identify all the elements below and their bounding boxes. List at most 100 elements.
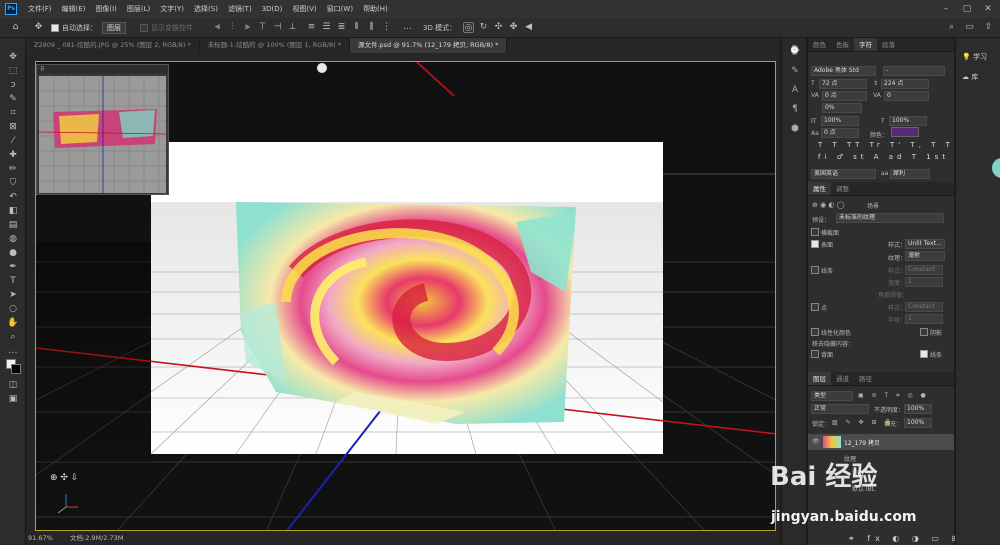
tab-document-2[interactable]: 未标题-1-炫酷的 @ 100% (图层 1, RGB/8) * <box>200 38 350 53</box>
quick-select-tool[interactable]: ✎ <box>7 94 19 105</box>
opacity-input[interactable]: 100% <box>904 404 932 414</box>
font-family-select[interactable]: Adobe 黑体 Std <box>811 66 876 76</box>
surface-checkbox[interactable] <box>811 240 819 248</box>
close-icon[interactable]: ✕ <box>982 3 994 15</box>
library-tab[interactable]: ☁ 库 <box>962 72 978 82</box>
tracking-input[interactable]: 0 <box>884 91 929 101</box>
history-icon[interactable]: ⌚ <box>789 46 801 57</box>
character-icon[interactable]: A <box>789 85 801 96</box>
paragraph-icon[interactable]: ¶ <box>789 104 801 115</box>
learn-tab[interactable]: 💡 学习 <box>962 52 987 62</box>
eyedropper-tool[interactable]: ⁄ <box>7 136 19 147</box>
tab-adjustments[interactable]: 调整 <box>831 182 854 195</box>
move-tool[interactable]: ✥ <box>7 52 19 63</box>
screen-mode-icon[interactable]: ▣ <box>7 394 19 405</box>
3d-panel-icon[interactable]: ⬢ <box>789 124 801 135</box>
menu-type[interactable]: 文字(Y) <box>155 4 189 14</box>
align-left-icon[interactable]: ⫷ <box>212 22 223 33</box>
brush-settings-icon[interactable]: ✎ <box>789 66 801 77</box>
preset-select[interactable]: 未标准的纹理 <box>836 213 944 223</box>
align-middle-icon[interactable]: ⊣ <box>272 22 283 33</box>
opentype-buttons[interactable]: fi ♂ st A ad T 1st ½ <box>818 153 966 161</box>
hand-tool[interactable]: ✋ <box>7 318 19 329</box>
kerning-input[interactable]: 0 点 <box>822 91 867 101</box>
surface-style-select[interactable]: Unlit Text... <box>905 239 945 249</box>
points-checkbox[interactable] <box>811 303 819 311</box>
show-transform-option[interactable]: 显示变换控件 <box>140 23 193 33</box>
lasso-tool[interactable]: ↄ <box>7 80 19 91</box>
align-top-icon[interactable]: ⊤ <box>257 22 268 33</box>
blend-mode-select[interactable]: 正常 <box>811 404 869 414</box>
horizontal-scale-input[interactable]: 100% <box>889 116 927 126</box>
layer-filter-icons[interactable]: ▣ ⊘ T ⌗ ◎ ● <box>858 392 929 400</box>
font-size-input[interactable]: 72 点 <box>819 79 867 89</box>
more-options-icon[interactable]: … <box>402 22 413 33</box>
3d-scale-icon[interactable]: ◀ <box>523 22 534 33</box>
language-select[interactable]: 美国英语 <box>811 169 876 179</box>
texture-select[interactable]: 漫射 <box>905 251 945 261</box>
menu-view[interactable]: 视图(V) <box>287 4 321 14</box>
gradient-tool[interactable]: ▤ <box>7 220 19 231</box>
tab-character[interactable]: 字符 <box>854 38 877 51</box>
layer-filter-select[interactable]: 类型 <box>811 391 853 401</box>
3d-pan-icon[interactable]: ✣ <box>493 22 504 33</box>
background-color-swatch[interactable] <box>11 364 21 374</box>
auto-select-dropdown[interactable]: 图层 <box>102 21 126 34</box>
distribute-bottom-icon[interactable]: ≣ <box>336 22 347 33</box>
menu-help[interactable]: 帮助(H) <box>358 4 393 14</box>
fill-input[interactable]: 100% <box>904 418 932 428</box>
scale-input[interactable]: 0% <box>822 103 862 113</box>
type-tool[interactable]: T <box>7 276 19 287</box>
workspace-icon[interactable]: ▭ <box>964 22 975 33</box>
move-tool-icon[interactable]: ✥ <box>33 22 44 33</box>
radius-input[interactable]: 1 <box>905 314 943 324</box>
pen-tool[interactable]: ✒ <box>7 262 19 273</box>
distribute-middle-icon[interactable]: ☰ <box>321 22 332 33</box>
backfaces-checkbox[interactable] <box>811 350 819 358</box>
maximize-icon[interactable]: ▢ <box>961 3 973 15</box>
auto-select-option[interactable]: 自动选择： <box>51 23 97 33</box>
3d-orbit-icon[interactable]: ◎ <box>463 22 475 33</box>
scene-icons[interactable]: ⊕ ◉ ◐ ◯ <box>812 201 845 209</box>
edit-toolbar-icon[interactable]: … <box>7 346 19 357</box>
zoom-level[interactable]: 91.67% <box>28 531 53 545</box>
tab-layers[interactable]: 图层 <box>808 372 831 385</box>
cross-section-checkbox[interactable] <box>811 228 819 236</box>
navigator-preview[interactable] <box>39 76 166 193</box>
distribute-left-icon[interactable]: ⦀ <box>351 22 362 33</box>
dodge-tool[interactable]: ● <box>7 248 19 259</box>
path-select-tool[interactable]: ➤ <box>7 290 19 301</box>
blur-tool[interactable]: ◍ <box>7 234 19 245</box>
3d-slide-icon[interactable]: ✤ <box>508 22 519 33</box>
tab-document-3[interactable]: 源文件.psd @ 91.7% (12_179 拷贝, RGB/8) * <box>349 38 508 53</box>
tab-color[interactable]: 颜色 <box>808 38 831 51</box>
align-right-icon[interactable]: ⫸ <box>242 22 253 33</box>
shadows-checkbox[interactable] <box>920 328 928 336</box>
menu-window[interactable]: 窗口(W) <box>322 4 358 14</box>
eraser-tool[interactable]: ◧ <box>7 206 19 217</box>
healing-tool[interactable]: ✚ <box>7 150 19 161</box>
faux-style-buttons[interactable]: T T TT Tr T' T, T T <box>818 141 954 149</box>
brush-tool[interactable]: ✏ <box>7 164 19 175</box>
text-color-swatch[interactable] <box>891 127 919 137</box>
tab-paragraph[interactable]: 段落 <box>877 38 900 51</box>
quick-mask-icon[interactable]: ◫ <box>7 380 19 391</box>
marquee-tool[interactable]: ⬚ <box>7 66 19 77</box>
history-brush-tool[interactable]: ↶ <box>7 192 19 203</box>
layer-row-selected[interactable]: 👁 12_179 拷贝 <box>808 434 954 450</box>
menu-edit[interactable]: 编辑(E) <box>57 4 91 14</box>
tab-document-1[interactable]: Z2809 _ 081-炫酷的.JPG @ 25% (图层 2, RGB/8) … <box>26 38 200 53</box>
navigator-panel[interactable]: ⠿ <box>36 64 169 195</box>
stamp-tool[interactable]: ⛉ <box>7 178 19 189</box>
show-transform-checkbox[interactable] <box>140 23 148 32</box>
menu-layer[interactable]: 图层(L) <box>122 4 155 14</box>
side-handle[interactable] <box>992 158 1000 178</box>
canvas-close-marker[interactable] <box>317 63 327 73</box>
distribute-center-icon[interactable]: ⫼ <box>366 22 377 33</box>
menu-image[interactable]: 图像(I) <box>90 4 122 14</box>
align-center-icon[interactable]: ⫶ <box>227 22 238 33</box>
tab-properties[interactable]: 属性 <box>808 182 831 195</box>
distribute-top-icon[interactable]: ≡ <box>306 22 317 33</box>
3d-roll-icon[interactable]: ↻ <box>478 22 489 33</box>
home-icon[interactable]: ⌂ <box>10 22 21 33</box>
